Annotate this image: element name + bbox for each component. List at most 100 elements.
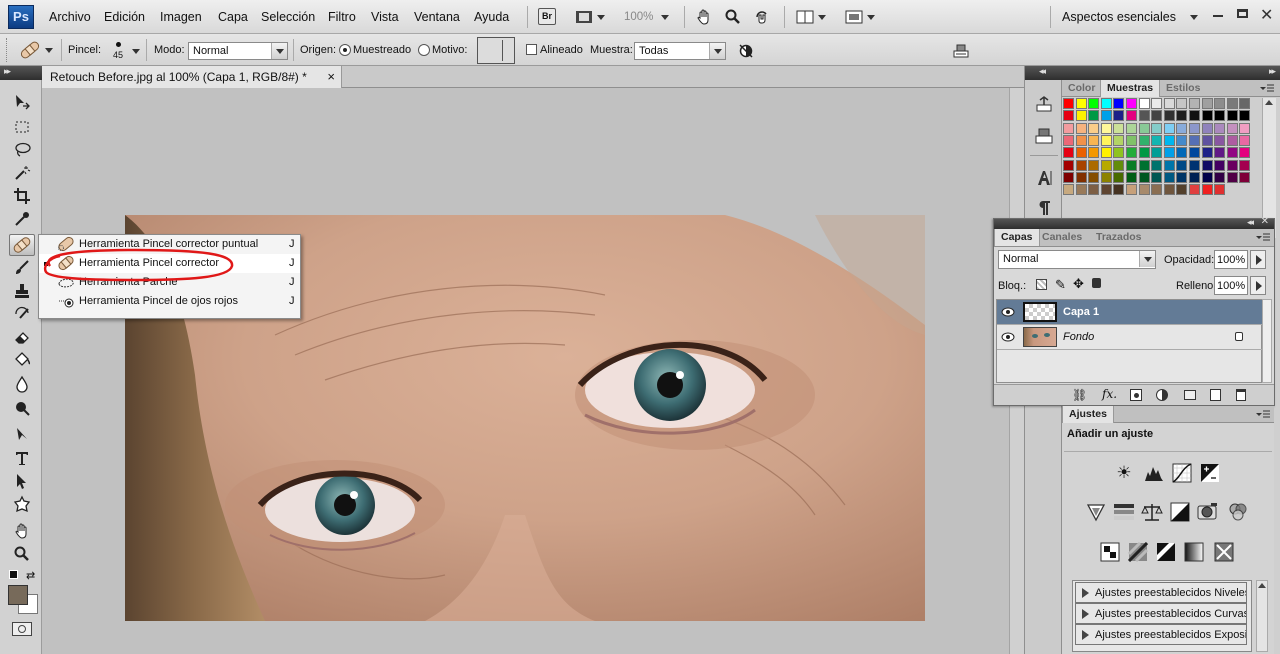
color-swatch[interactable]: [1088, 122, 1100, 134]
aligned-checkbox[interactable]: [526, 44, 537, 55]
color-swatch[interactable]: [1138, 147, 1150, 159]
color-swatch[interactable]: [1138, 122, 1150, 134]
color-swatch[interactable]: [1214, 98, 1226, 109]
color-swatch[interactable]: [1226, 147, 1238, 159]
color-swatch[interactable]: [1113, 98, 1125, 109]
color-swatch[interactable]: [1100, 159, 1112, 171]
color-swatch[interactable]: [1201, 171, 1213, 183]
color-swatch[interactable]: [1100, 110, 1112, 122]
layer-row-fondo[interactable]: Fondo: [997, 325, 1263, 350]
lock-all-icon[interactable]: [1092, 278, 1101, 288]
menu-archivo[interactable]: Archivo: [49, 10, 91, 24]
direct-selection-tool[interactable]: [9, 470, 35, 492]
opacity-slider-button[interactable]: [1250, 250, 1266, 269]
layer-name[interactable]: Capa 1: [1063, 306, 1099, 318]
color-swatch[interactable]: [1113, 171, 1125, 183]
hand-tool[interactable]: [9, 520, 35, 542]
color-swatch[interactable]: [1239, 147, 1251, 159]
color-swatch[interactable]: [1126, 184, 1137, 196]
eraser-tool[interactable]: [9, 326, 35, 348]
channel-mixer-button[interactable]: [1226, 500, 1250, 524]
color-swatch[interactable]: [1063, 184, 1074, 196]
rotate-view-button[interactable]: [751, 7, 773, 27]
color-swatch[interactable]: [1088, 147, 1100, 159]
color-swatch[interactable]: [1075, 134, 1087, 146]
color-swatch[interactable]: [1151, 98, 1163, 109]
custom-shape-tool[interactable]: [9, 493, 35, 515]
color-swatch[interactable]: [1239, 171, 1251, 183]
marquee-tool[interactable]: [9, 116, 35, 138]
new-adjustment-icon[interactable]: [1156, 389, 1168, 401]
color-swatch[interactable]: [1126, 110, 1137, 122]
panel-menu-icon[interactable]: [1256, 233, 1270, 243]
color-swatch[interactable]: [1100, 98, 1112, 109]
color-swatch[interactable]: [1100, 147, 1112, 159]
gradient-map-button[interactable]: [1182, 540, 1206, 564]
zoom-tool[interactable]: [9, 543, 35, 565]
color-swatch[interactable]: [1075, 98, 1087, 109]
color-swatch[interactable]: [1088, 171, 1100, 183]
color-swatch[interactable]: [1113, 134, 1125, 146]
color-swatch[interactable]: [1138, 171, 1150, 183]
color-swatch[interactable]: [1063, 98, 1074, 109]
tab-color[interactable]: Color: [1062, 80, 1101, 97]
color-swatch[interactable]: [1201, 110, 1213, 122]
tab-paths[interactable]: Trazados: [1090, 229, 1148, 246]
color-swatch[interactable]: [1075, 122, 1087, 134]
preset-levels[interactable]: Ajustes preestablecidos Niveles: [1075, 582, 1247, 603]
quick-mask-button[interactable]: [12, 622, 32, 636]
visibility-eye-icon[interactable]: [1001, 331, 1015, 343]
clone-stamp-tool[interactable]: [9, 280, 35, 302]
color-swatch[interactable]: [1239, 110, 1251, 122]
move-tool[interactable]: [9, 91, 35, 113]
color-swatch[interactable]: [1226, 134, 1238, 146]
color-swatch[interactable]: [1214, 134, 1226, 146]
zoom-dropdown-icon[interactable]: [661, 15, 669, 20]
brush-picker[interactable]: 45: [113, 41, 125, 61]
layer-name[interactable]: Fondo: [1063, 331, 1094, 343]
color-swatch[interactable]: [1239, 159, 1251, 171]
dock-panels-header[interactable]: ▸▸: [1062, 66, 1280, 80]
clone-source-panel-button[interactable]: [952, 42, 970, 60]
mode-select[interactable]: Normal: [188, 42, 288, 60]
color-swatch[interactable]: [1201, 98, 1213, 109]
color-swatch[interactable]: [1163, 159, 1175, 171]
sampled-radio[interactable]: [339, 44, 351, 56]
color-swatch[interactable]: [1163, 134, 1175, 146]
color-swatch[interactable]: [1151, 184, 1163, 196]
extras-button[interactable]: [572, 7, 608, 27]
quick-selection-tool[interactable]: [9, 162, 35, 184]
posterize-button[interactable]: [1126, 540, 1150, 564]
color-swatch[interactable]: [1075, 184, 1087, 196]
menu-edicion[interactable]: Edición: [104, 10, 145, 24]
color-swatch[interactable]: [1189, 147, 1200, 159]
flyout-item-red-eye[interactable]: Herramienta Pincel de ojos rojos J: [39, 292, 300, 311]
default-colors-icon[interactable]: [9, 570, 18, 579]
color-swatch[interactable]: [1201, 134, 1213, 146]
color-swatch[interactable]: [1189, 184, 1200, 196]
color-balance-button[interactable]: [1140, 500, 1164, 524]
color-swatch[interactable]: [1201, 147, 1213, 159]
workspace-switcher[interactable]: Aspectos esenciales: [1062, 10, 1176, 24]
color-swatch[interactable]: [1088, 159, 1100, 171]
pattern-picker[interactable]: [477, 37, 515, 64]
color-swatch[interactable]: [1214, 122, 1226, 134]
color-swatch[interactable]: [1100, 134, 1112, 146]
levels-button[interactable]: [1142, 461, 1166, 485]
color-swatch[interactable]: [1163, 171, 1175, 183]
color-swatch[interactable]: [1176, 171, 1188, 183]
dock-header[interactable]: ◂◂: [1025, 66, 1063, 80]
zoom-tool-button[interactable]: [722, 7, 744, 27]
color-swatch[interactable]: [1126, 171, 1137, 183]
color-swatch[interactable]: [1088, 134, 1100, 146]
crop-tool[interactable]: [9, 185, 35, 207]
color-swatch[interactable]: [1138, 134, 1150, 146]
color-swatch[interactable]: [1239, 98, 1251, 109]
clone-source-panel-button[interactable]: [1031, 124, 1057, 148]
menu-ventana[interactable]: Ventana: [414, 10, 460, 24]
history-brush-tool[interactable]: [9, 303, 35, 325]
color-swatch[interactable]: [1176, 184, 1188, 196]
tab-swatches[interactable]: Muestras: [1100, 80, 1161, 97]
sample-select[interactable]: Todas: [634, 42, 726, 60]
color-swatch[interactable]: [1214, 110, 1226, 122]
